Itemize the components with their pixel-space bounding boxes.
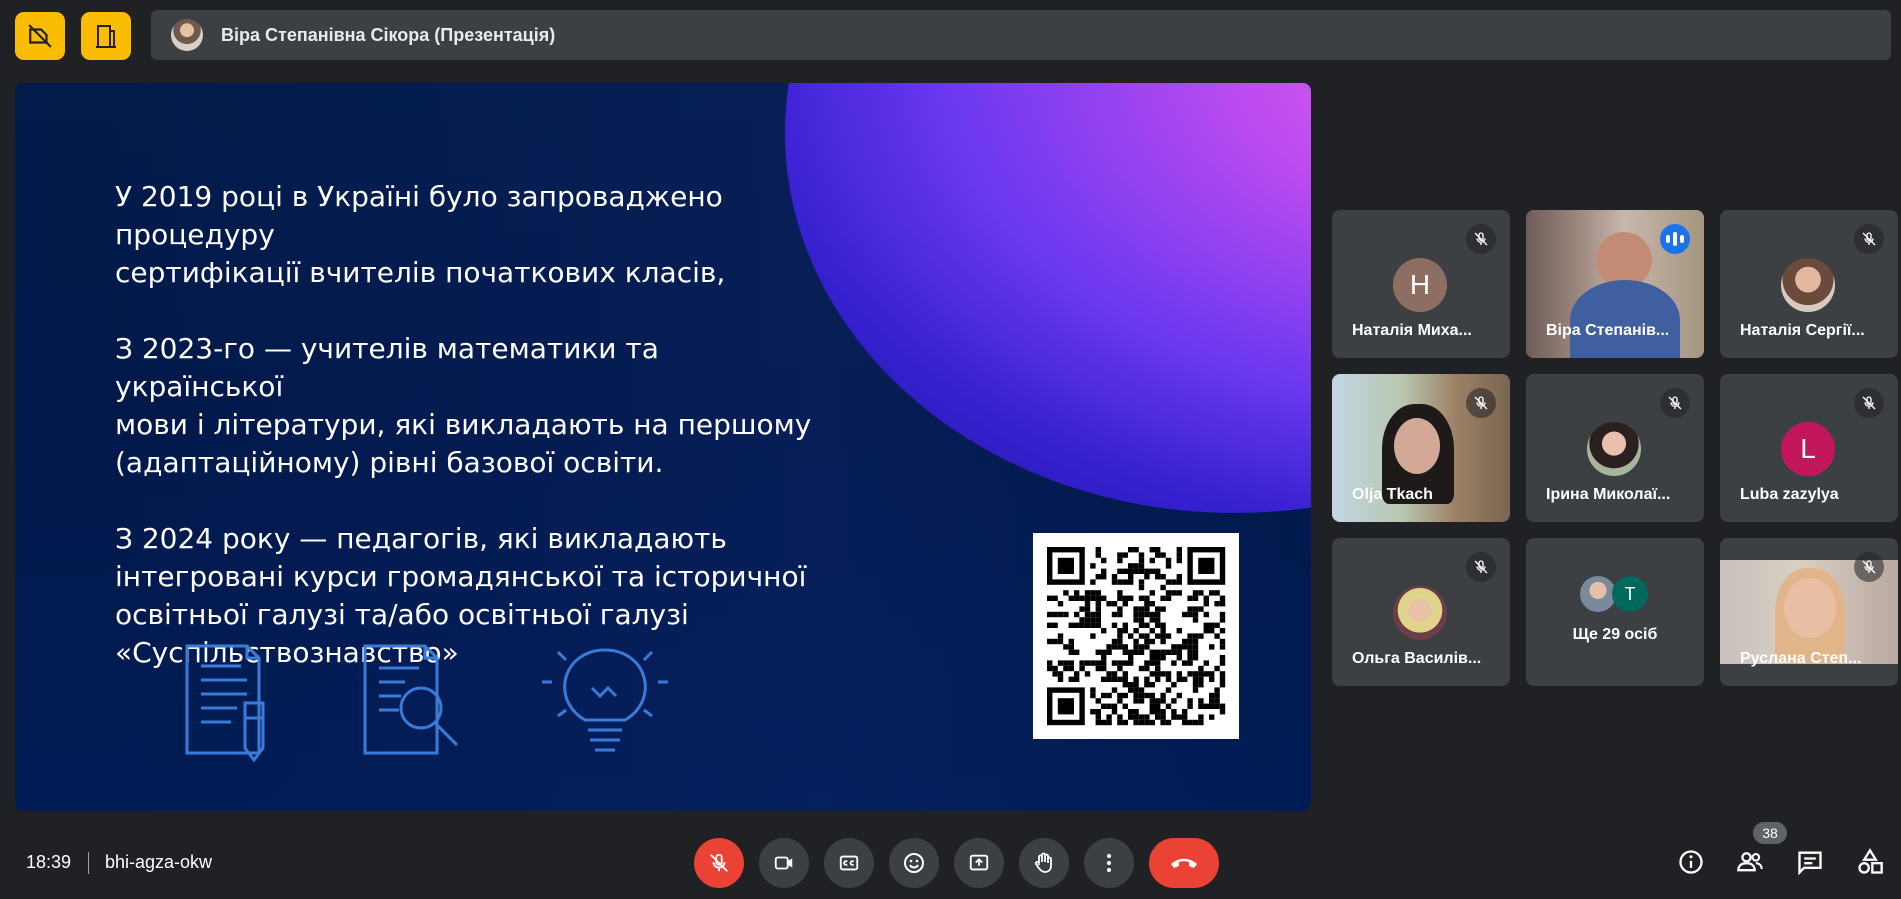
more-participants-label: Ще 29 осіб: [1572, 626, 1658, 643]
companion-mode-button[interactable]: [81, 12, 131, 60]
door-icon: [96, 25, 116, 48]
participant-tile[interactable]: Наталія Сергії...: [1720, 210, 1898, 358]
more-options-button[interactable]: [1084, 838, 1134, 888]
mic-off-icon: [1854, 388, 1884, 418]
captions-button[interactable]: [824, 838, 874, 888]
activities-button[interactable]: [1850, 842, 1890, 882]
mic-off-icon: [710, 853, 728, 872]
mic-off-icon: [1466, 224, 1496, 254]
avatar: Н: [1393, 258, 1447, 312]
present-screen-button[interactable]: [954, 838, 1004, 888]
chat-icon: [1798, 851, 1822, 876]
raise-hand-button[interactable]: [1019, 838, 1069, 888]
reactions-button[interactable]: [889, 838, 939, 888]
mic-off-icon: [1854, 224, 1884, 254]
camera-off-icon: [28, 24, 52, 48]
hand-icon: [1034, 852, 1052, 873]
participant-name: Ольга Василів...: [1352, 650, 1482, 667]
avatar: T: [1612, 576, 1648, 612]
present-icon: [969, 854, 989, 871]
participant-name: Olja Tkach: [1352, 486, 1433, 503]
participant-name: Наталія Миха...: [1352, 322, 1472, 339]
participant-video-figure: [1570, 280, 1680, 358]
qr-code: [1033, 533, 1239, 739]
participant-tile[interactable]: L Luba zazylya: [1720, 374, 1898, 522]
participant-name: Наталія Сергії...: [1740, 322, 1865, 339]
info-icon: [1679, 850, 1703, 874]
more-participants-tile[interactable]: T Ще 29 осіб: [1526, 538, 1704, 686]
participant-tile[interactable]: Руслана Степ...: [1720, 538, 1898, 686]
slide-text: У 2019 році в Україні було запроваджено …: [115, 178, 835, 710]
end-call-icon: [1171, 858, 1197, 868]
mic-off-icon: [1660, 388, 1690, 418]
participant-video-figure: [1784, 578, 1836, 638]
presenter-name: Віра Степанівна Сікора (Презентація): [221, 24, 556, 45]
people-button[interactable]: [1730, 842, 1770, 882]
participant-tile[interactable]: Ірина Миколаї...: [1526, 374, 1704, 522]
chat-button[interactable]: [1790, 842, 1830, 882]
lightbulb-icon: [542, 638, 668, 752]
avatar: [1393, 586, 1447, 640]
participant-name: Руслана Степ...: [1740, 650, 1862, 667]
participant-count-badge: 38: [1753, 822, 1787, 844]
avatar: [1580, 576, 1616, 612]
mic-off-icon: [1466, 388, 1496, 418]
divider: [88, 852, 89, 874]
presentation-slide: У 2019 році в Україні було запроваджено …: [15, 83, 1311, 811]
mic-off-icon: [1466, 552, 1496, 582]
clock: 18:39: [26, 852, 72, 872]
participant-tile[interactable]: Ольга Василів...: [1332, 538, 1510, 686]
more-vert-icon: [1107, 854, 1111, 872]
participant-tile[interactable]: Olja Tkach: [1332, 374, 1510, 522]
speaking-indicator-icon: [1660, 224, 1690, 254]
participant-name: Віра Степанів...: [1546, 322, 1670, 339]
emoji-icon: [904, 853, 924, 873]
avatar: [171, 19, 203, 51]
leave-call-button[interactable]: [1149, 838, 1219, 888]
document-search-icon: [363, 644, 459, 755]
shapes-icon: [1858, 848, 1883, 874]
avatar: [1781, 258, 1835, 312]
participant-name: Luba zazylya: [1740, 486, 1839, 503]
participant-tile-active[interactable]: Віра Степанів...: [1526, 210, 1704, 358]
hide-self-view-button[interactable]: [15, 12, 65, 60]
meeting-code: bhi-agza-okw: [105, 852, 213, 872]
avatar: L: [1781, 422, 1835, 476]
microphone-toggle-button[interactable]: [694, 838, 744, 888]
document-pencil-icon: [185, 644, 265, 763]
participant-tile[interactable]: Н Наталія Миха...: [1332, 210, 1510, 358]
meeting-details-button[interactable]: [1671, 842, 1711, 882]
participant-name: Ірина Миколаї...: [1546, 486, 1671, 503]
captions-icon: [839, 855, 859, 871]
video-camera-icon: [774, 856, 793, 870]
presenter-bar: Віра Степанівна Сікора (Презентація): [151, 10, 1891, 60]
slide-paragraph-1: У 2019 році в Україні було запроваджено …: [115, 180, 726, 289]
people-icon: [1737, 852, 1763, 872]
mic-off-icon: [1854, 552, 1884, 582]
camera-toggle-button[interactable]: [759, 838, 809, 888]
participant-video-figure: [1394, 418, 1440, 474]
avatar: [1587, 422, 1641, 476]
slide-paragraph-2: З 2023-го — учителів математики та украї…: [115, 332, 812, 479]
